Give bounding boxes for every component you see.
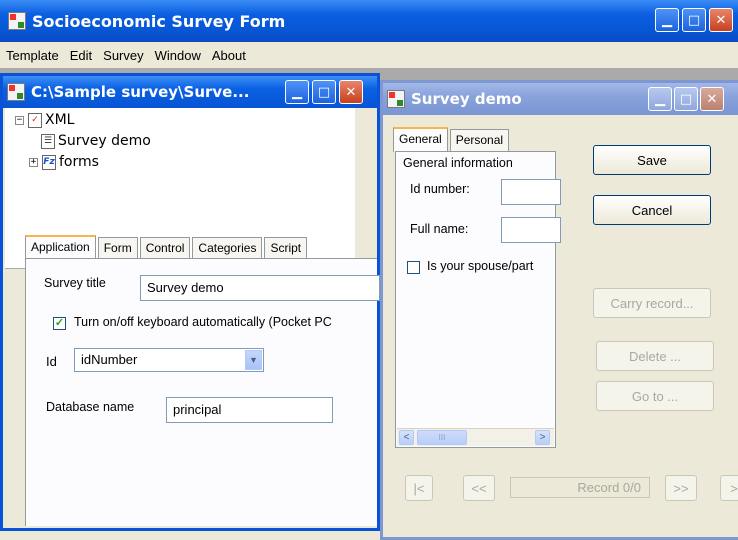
survey-minimize-button[interactable]: ▁ [648, 87, 672, 111]
horizontal-scrollbar[interactable]: < III > [397, 428, 554, 446]
survey-title-input[interactable]: Survey demo [140, 275, 380, 301]
tree-node-xml[interactable]: − ✓ XML [15, 112, 74, 128]
spouse-checkbox[interactable] [407, 261, 420, 274]
id-number-input[interactable] [501, 179, 561, 205]
template-window-title: C:\Sample survey\Surve... [31, 83, 250, 101]
survey-title-label: Survey title [44, 276, 106, 290]
tab-form[interactable]: Form [97, 237, 138, 259]
tree-node-survey-demo[interactable]: ☰ Survey demo [41, 133, 151, 149]
survey-window: Survey demo ▁ □ ✕ General Personal Gener… [380, 80, 738, 540]
scroll-thumb[interactable]: III [417, 430, 467, 445]
tab-categories[interactable]: Categories [192, 237, 263, 259]
application-tab-panel: Survey title Survey demo ✓ Turn on/off k… [25, 258, 380, 526]
survey-window-title-bar[interactable]: Survey demo ▁ □ ✕ [383, 83, 738, 115]
last-record-button[interactable]: > [720, 475, 738, 501]
menu-about[interactable]: About [212, 48, 246, 63]
survey-tabs: General Personal [393, 125, 511, 152]
tab-script[interactable]: Script [264, 237, 308, 259]
chevron-down-icon[interactable]: ▼ [245, 350, 262, 370]
id-number-label: Id number: [410, 182, 470, 196]
carry-record-button[interactable]: Carry record... [593, 288, 711, 318]
template-close-button[interactable]: ✕ [339, 80, 363, 104]
minimize-button[interactable]: ▁ [655, 8, 679, 32]
delete-button[interactable]: Delete ... [596, 341, 714, 371]
tab-personal[interactable]: Personal [449, 129, 510, 151]
template-window-title-bar[interactable]: C:\Sample survey\Surve... ▁ □ ✕ [3, 76, 377, 108]
app-title: Socioeconomic Survey Form [32, 11, 286, 31]
record-indicator: Record 0/0 [510, 477, 650, 498]
save-button[interactable]: Save [593, 145, 711, 175]
collapse-icon[interactable]: − [15, 115, 24, 125]
app-title-bar[interactable]: Socioeconomic Survey Form ▁ □ ✕ [0, 0, 738, 42]
property-tabs: Application Form Control Categories Scri… [25, 231, 309, 260]
close-button[interactable]: ✕ [709, 8, 733, 32]
menu-survey[interactable]: Survey [103, 48, 143, 63]
forms-icon: Fz [42, 154, 56, 170]
full-name-input[interactable] [501, 217, 561, 243]
prev-record-button[interactable]: << [463, 475, 495, 501]
tree-node-forms[interactable]: + Fz forms [29, 154, 99, 170]
template-minimize-button[interactable]: ▁ [285, 80, 309, 104]
survey-window-icon [387, 90, 405, 108]
template-maximize-button[interactable]: □ [312, 80, 336, 104]
id-combobox[interactable]: idNumber ▼ [74, 348, 264, 372]
goto-button[interactable]: Go to ... [596, 381, 714, 411]
database-name-label: Database name [46, 400, 135, 414]
template-window: C:\Sample survey\Surve... ▁ □ ✕ − ✓ XML … [0, 73, 380, 531]
database-name-input[interactable]: principal [166, 397, 333, 423]
tab-control[interactable]: Control [139, 237, 191, 259]
survey-window-title: Survey demo [411, 90, 522, 108]
tab-general[interactable]: General [393, 127, 448, 152]
tab-application[interactable]: Application [25, 235, 96, 260]
tree-label-survey-demo: Survey demo [58, 133, 151, 149]
app-icon [8, 12, 26, 30]
id-combobox-value: idNumber [81, 352, 138, 367]
full-name-label: Full name: [410, 222, 469, 236]
menu-edit[interactable]: Edit [70, 48, 92, 63]
menu-template[interactable]: Template [6, 48, 59, 63]
tree-label-forms: forms [59, 154, 99, 170]
id-label: Id [46, 354, 57, 369]
survey-maximize-button[interactable]: □ [674, 87, 698, 111]
scroll-left-icon[interactable]: < [399, 430, 414, 445]
menu-window[interactable]: Window [155, 48, 201, 63]
template-window-icon [7, 83, 25, 101]
menu-bar: Template Edit Survey Window About [0, 42, 738, 68]
next-record-button[interactable]: >> [665, 475, 697, 501]
group-title: General information [403, 156, 513, 170]
maximize-button[interactable]: □ [682, 8, 706, 32]
form-icon: ☰ [41, 133, 55, 149]
cancel-button[interactable]: Cancel [593, 195, 711, 225]
survey-close-button[interactable]: ✕ [700, 87, 724, 111]
keyboard-checkbox[interactable]: ✓ [53, 317, 66, 330]
tree-label-xml: XML [45, 112, 75, 128]
expand-icon[interactable]: + [29, 157, 38, 167]
general-tab-panel: General information Id number: Full name… [395, 151, 561, 448]
spouse-label: Is your spouse/part [427, 259, 534, 273]
xml-file-icon: ✓ [28, 112, 42, 128]
scroll-right-icon[interactable]: > [535, 430, 550, 445]
keyboard-checkbox-label: Turn on/off keyboard automatically (Pock… [74, 315, 332, 329]
first-record-button[interactable]: |< [405, 475, 433, 501]
